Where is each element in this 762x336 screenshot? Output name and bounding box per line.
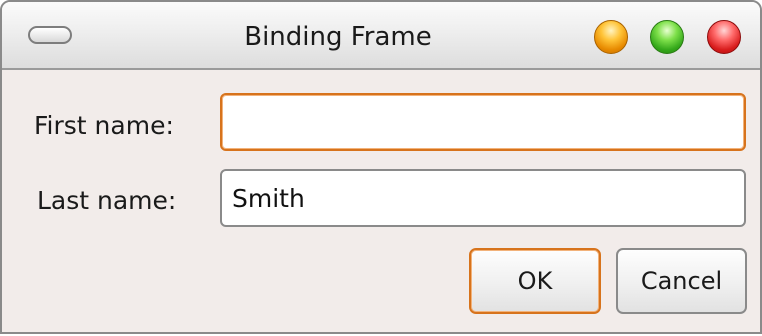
close-icon[interactable] [707,20,741,54]
last-name-field[interactable] [220,169,746,227]
first-name-label: First name: [34,111,174,140]
window-title: Binding Frame [244,22,432,52]
minimize-icon[interactable] [594,20,628,54]
binding-frame-window: Binding Frame First name: Last name: OK … [0,0,762,334]
cancel-button[interactable]: Cancel [616,248,747,314]
title-bar[interactable]: Binding Frame [2,2,760,70]
ok-button[interactable]: OK [469,248,601,314]
maximize-icon[interactable] [650,20,684,54]
last-name-label: Last name: [37,186,177,215]
first-name-field[interactable] [220,93,746,151]
